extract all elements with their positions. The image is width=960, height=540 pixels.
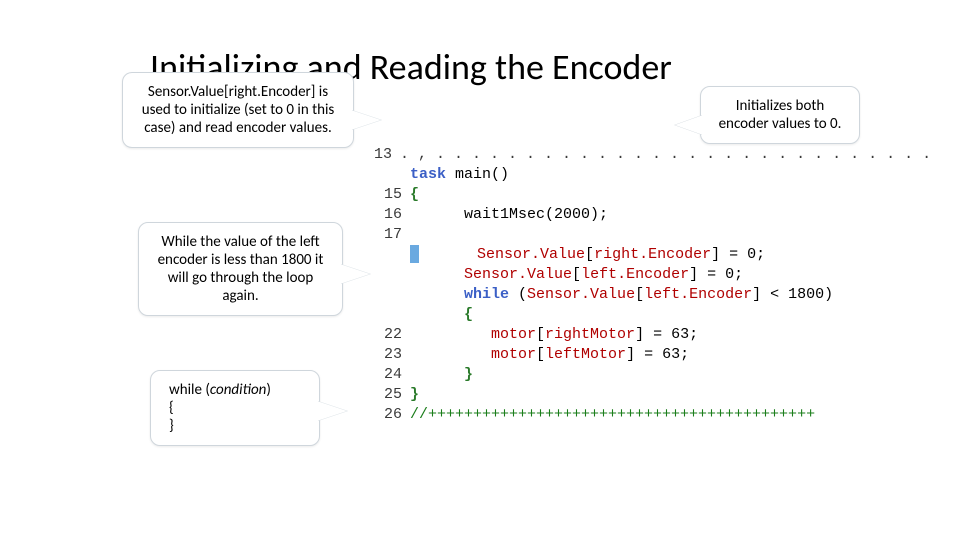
indent: [410, 365, 464, 385]
while-condition: condition: [210, 381, 266, 399]
code-line: 15 {: [374, 185, 904, 205]
indent: [410, 265, 464, 285]
callout-while-loop: While the value of the left encoder is l…: [138, 222, 343, 316]
code-line: Sensor.Value[right.Encoder] = 0;: [374, 245, 904, 265]
callout-tail-icon: [675, 115, 703, 135]
bracket: [: [635, 285, 644, 305]
rest: ] = 0;: [711, 245, 765, 265]
indent: [410, 285, 464, 305]
encoder-name: left.Encoder: [581, 265, 689, 285]
identifier: main(): [446, 165, 509, 185]
callout-sensor-explanation: Sensor.Value[right.Encoder] is used to i…: [122, 72, 354, 148]
sensor-value: Sensor.Value: [477, 245, 585, 265]
code-line: Sensor.Value[left.Encoder] = 0;: [374, 265, 904, 285]
indent: [423, 245, 477, 265]
brace: {: [464, 305, 473, 325]
code-line: 13. , . . . . . . . . . . . . . . . . . …: [374, 145, 904, 165]
bracket: [: [585, 245, 594, 265]
code-line: 26 //++++++++++++++++++++++++++++++++++++…: [374, 405, 904, 425]
while-open-brace: {: [169, 399, 305, 417]
callout-text: While the value of the left encoder is l…: [158, 233, 324, 305]
indent: [410, 345, 491, 365]
code-editor: 13. , . . . . . . . . . . . . . . . . . …: [374, 145, 904, 445]
line-number: [374, 165, 402, 185]
keyword: while: [464, 285, 509, 305]
code-line: {: [374, 305, 904, 325]
callout-text: Initializes both encoder values to 0.: [719, 97, 842, 133]
callout-tail-icon: [317, 401, 347, 421]
line-number: 13: [374, 145, 392, 165]
rest: ] = 0;: [689, 265, 743, 285]
bracket: [: [536, 325, 545, 345]
while-close-brace: }: [169, 417, 305, 435]
indent: [410, 325, 491, 345]
callout-tail-icon: [340, 264, 370, 284]
bracket: [: [536, 345, 545, 365]
motor: motor: [491, 325, 536, 345]
code-line: while (Sensor.Value[left.Encoder] < 1800…: [374, 285, 904, 305]
line-number: 22: [374, 325, 402, 345]
motor-name: rightMotor: [545, 325, 635, 345]
while-keyword: while (: [169, 381, 210, 399]
line-number: 15: [374, 185, 402, 205]
code-line: 17: [374, 225, 904, 245]
line-number: 17: [374, 225, 402, 245]
paren: (: [509, 285, 527, 305]
cursor-icon: [410, 245, 419, 263]
callout-while-syntax: while (condition) { }: [150, 370, 320, 446]
line-number: 24: [374, 365, 402, 385]
line-number: 25: [374, 385, 402, 405]
while-close: ): [266, 381, 271, 399]
keyword: task: [410, 165, 446, 185]
callout-initializes-both: Initializes both encoder values to 0.: [700, 86, 860, 144]
code-line: 24 }: [374, 365, 904, 385]
line-number: 23: [374, 345, 402, 365]
code-line: 16 wait1Msec(2000);: [374, 205, 904, 225]
line-number: 26: [374, 405, 402, 425]
callout-text: Sensor.Value[right.Encoder] is used to i…: [142, 83, 335, 137]
fold-ellipsis: . , . . . . . . . . . . . . . . . . . . …: [400, 145, 960, 165]
motor-name: leftMotor: [545, 345, 626, 365]
indent: [410, 305, 464, 325]
line-number: [374, 265, 402, 285]
rest: ] < 1800): [752, 285, 833, 305]
motor: motor: [491, 345, 536, 365]
line-number: [374, 305, 402, 325]
line-number: [374, 245, 402, 265]
while-syntax-line1: while (condition): [169, 381, 305, 399]
comment: //++++++++++++++++++++++++++++++++++++++…: [410, 405, 815, 425]
sensor-value: Sensor.Value: [464, 265, 572, 285]
code-line: 22 motor[rightMotor] = 63;: [374, 325, 904, 345]
line-number: [374, 285, 402, 305]
code-line: 25}: [374, 385, 904, 405]
rest: ] = 63;: [635, 325, 698, 345]
sensor-value: Sensor.Value: [527, 285, 635, 305]
code-line: task main(): [374, 165, 904, 185]
brace: {: [410, 185, 419, 205]
encoder-name: right.Encoder: [594, 245, 711, 265]
brace: }: [410, 385, 419, 405]
encoder-name: left.Encoder: [644, 285, 752, 305]
brace: }: [464, 365, 473, 385]
code-line: 23 motor[leftMotor] = 63;: [374, 345, 904, 365]
rest: ] = 63;: [626, 345, 689, 365]
callout-tail-icon: [351, 110, 381, 130]
statement: wait1Msec(2000);: [410, 205, 608, 225]
line-number: 16: [374, 205, 402, 225]
bracket: [: [572, 265, 581, 285]
